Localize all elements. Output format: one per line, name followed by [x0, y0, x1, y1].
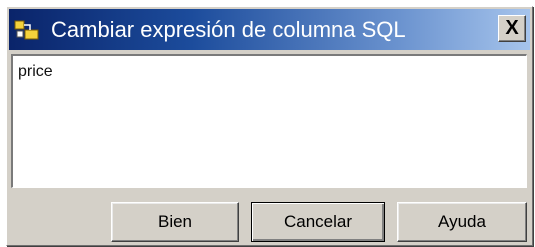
dialog-title: Cambiar expresión de columna SQL — [51, 17, 406, 42]
expression-text: price — [18, 63, 53, 80]
ok-button[interactable]: Bien — [111, 202, 239, 242]
cancel-button-label: Cancelar — [283, 212, 353, 231]
ok-button-label: Bien — [157, 212, 193, 231]
help-button[interactable]: Ayuda — [397, 202, 527, 242]
sql-expression-dialog: Cambiar expresión de columna SQL X price… — [6, 6, 533, 246]
window-app-icon — [14, 20, 39, 40]
help-button-label: Ayuda — [438, 212, 486, 231]
close-button[interactable]: X — [498, 15, 526, 42]
sql-expression-textarea[interactable]: price — [11, 54, 527, 188]
close-icon: X — [505, 17, 519, 39]
title-bar[interactable]: Cambiar expresión de columna SQL X — [9, 9, 530, 50]
cancel-button[interactable]: Cancelar — [251, 202, 385, 242]
